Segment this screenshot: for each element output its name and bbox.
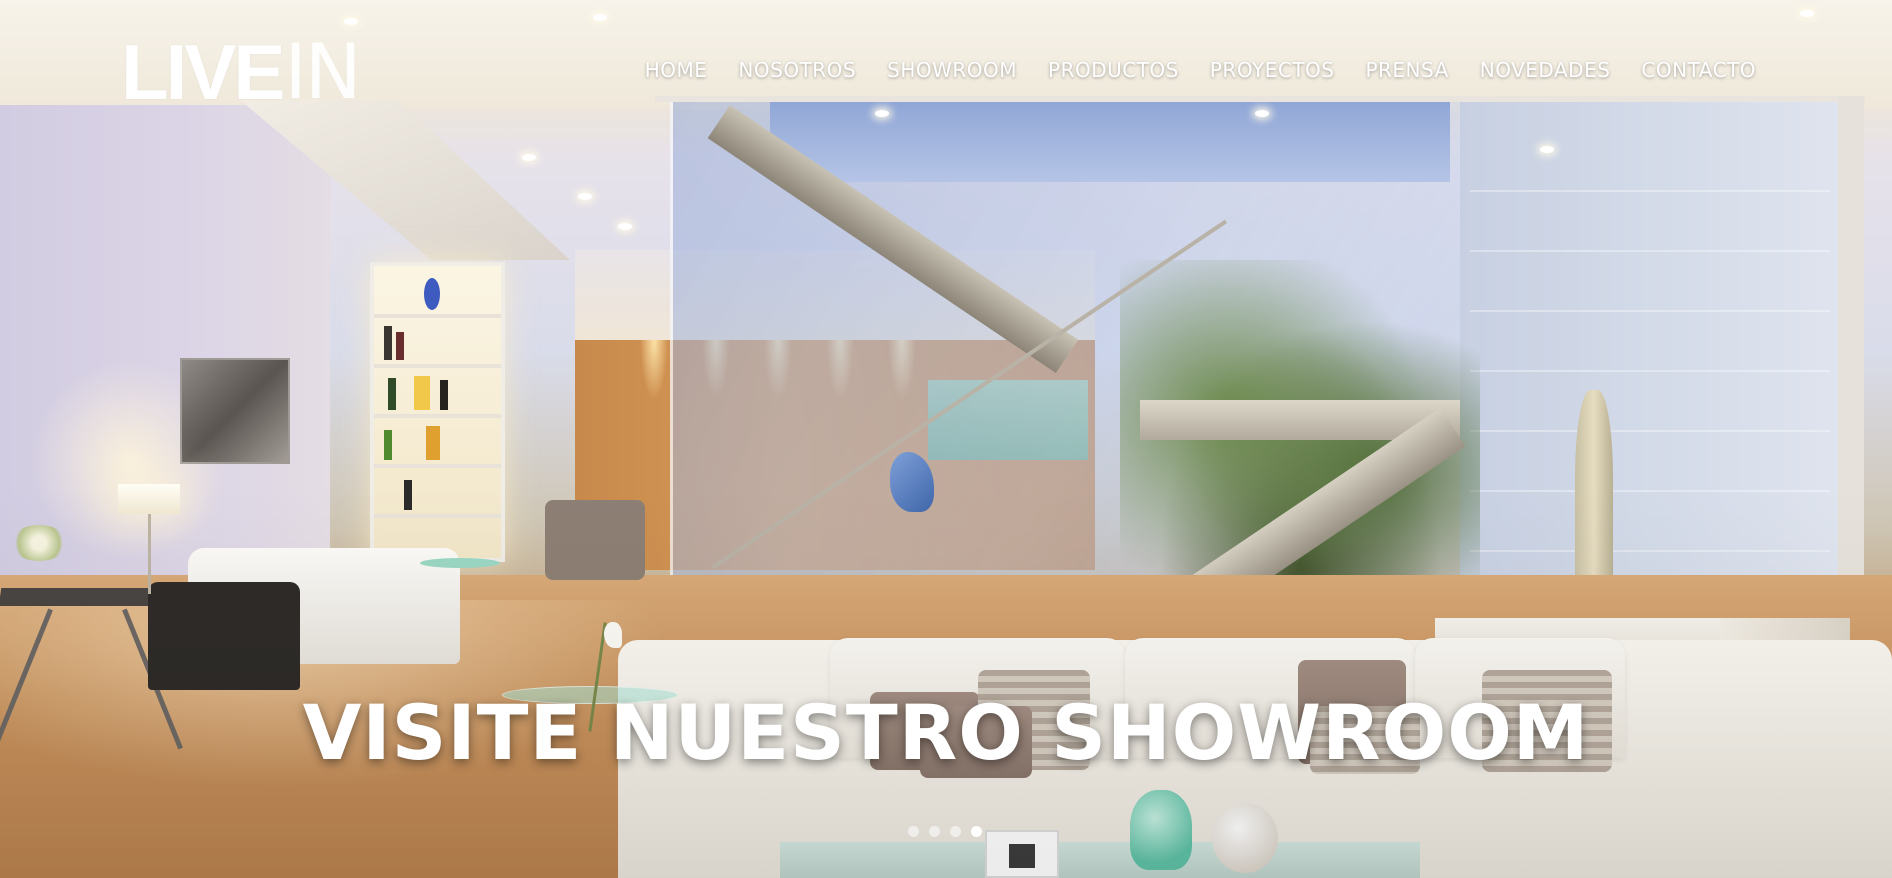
hero-title: VISITE NUESTRO SHOWROOM — [302, 688, 1590, 777]
livein-logo[interactable]: LIVE IN — [121, 27, 362, 116]
nav-novedades[interactable]: NOVEDADES — [1480, 58, 1611, 82]
nav-nosotros[interactable]: NOSOTROS — [738, 58, 856, 82]
nav-contacto[interactable]: CONTACTO — [1641, 58, 1756, 82]
nav-prensa[interactable]: PRENSA — [1365, 58, 1448, 82]
nav-productos[interactable]: PRODUCTOS — [1048, 58, 1179, 82]
site-header: LIVE IN HOME NOSOTROS SHOWROOM PRODUCTOS… — [0, 0, 1892, 116]
nav-showroom[interactable]: SHOWROOM — [887, 58, 1017, 82]
nav-home[interactable]: HOME — [645, 58, 708, 82]
slider-dot[interactable] — [971, 826, 982, 837]
logo-thin-text: IN — [284, 27, 361, 116]
nav-proyectos[interactable]: PROYECTOS — [1210, 58, 1335, 82]
logo-bold-text: LIVE — [121, 28, 285, 116]
slider-dot[interactable] — [950, 826, 961, 837]
slider-pagination — [908, 826, 982, 837]
slider-dot[interactable] — [908, 826, 919, 837]
slider-dot[interactable] — [929, 826, 940, 837]
main-nav: HOME NOSOTROS SHOWROOM PRODUCTOS PROYECT… — [614, 58, 1756, 82]
